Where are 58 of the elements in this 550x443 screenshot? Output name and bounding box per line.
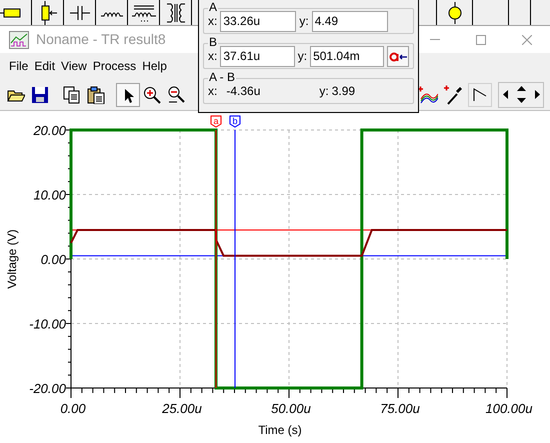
input-field[interactable]: 501.04m [310,46,384,66]
menu-item[interactable]: Process [90,55,140,77]
tick-label: 50.00u [271,401,311,416]
input-field[interactable]: 37.61u [220,46,295,66]
paste-icon [87,86,105,104]
dropper-icon [444,84,464,104]
input-field[interactable]: 4.49 [312,10,388,32]
input-field[interactable]: 33.26u [220,10,296,32]
menu-item[interactable]: Edit [31,55,58,77]
ramp-button[interactable] [468,82,492,106]
zoom-in-icon [143,86,161,104]
tick-label: 75.00u [380,401,420,416]
copy-icon [63,86,81,104]
field-label: y: [319,83,329,100]
tick-label: -20.00 [29,381,66,396]
tick-label: 20.00 [33,123,66,138]
field-label: x: [208,83,218,100]
value-text: -4.36u [225,83,262,100]
tick-label: 0.00 [40,252,66,267]
tick-label: 10.00 [33,188,66,202]
app-icon [9,30,29,48]
menu-item[interactable]: File [6,55,32,77]
transformer-icon[interactable] [164,2,186,24]
cursor-flag[interactable]: a [210,116,222,128]
group-label: A [208,0,218,14]
left-arrow-icon [502,90,508,99]
menu-item[interactable]: Help [139,55,170,77]
field-label: x: [208,48,218,65]
axis-title: Voltage (V) [5,229,19,289]
core-inductor-icon[interactable] [132,2,156,22]
field-label: y: [299,13,309,30]
tick-label: 25.00u [162,401,202,416]
bulb-icon[interactable] [448,2,462,24]
curves-icon [418,86,438,104]
value-text: 3.99 [332,83,356,100]
ramp-icon [473,88,487,102]
pointer-button[interactable] [116,82,140,106]
group-label: A - B [208,70,236,84]
up-arrow-icon [516,86,526,91]
group-label: B [208,35,218,49]
window-title: Noname - TR result8 [36,30,166,49]
zoom-out-icon [167,86,185,104]
down-arrow-icon [516,98,526,103]
maximize-icon [476,34,486,44]
field-label: x: [208,13,218,30]
floppy-icon [31,86,49,104]
tick-label: -10.00 [29,316,66,332]
minimize-icon [430,39,440,40]
tick-label: 100.00u [486,401,532,416]
set-cursor-button[interactable] [387,46,409,66]
close-icon [522,34,532,44]
right-arrow-icon [534,90,540,99]
capacitor-icon[interactable] [70,6,90,20]
menu-item[interactable]: View [58,55,90,77]
field-label: y: [298,48,308,65]
axis-title: Time (s) [258,423,302,437]
tick-label: 0.00 [60,401,86,416]
cursor-flag[interactable]: b [229,116,240,128]
